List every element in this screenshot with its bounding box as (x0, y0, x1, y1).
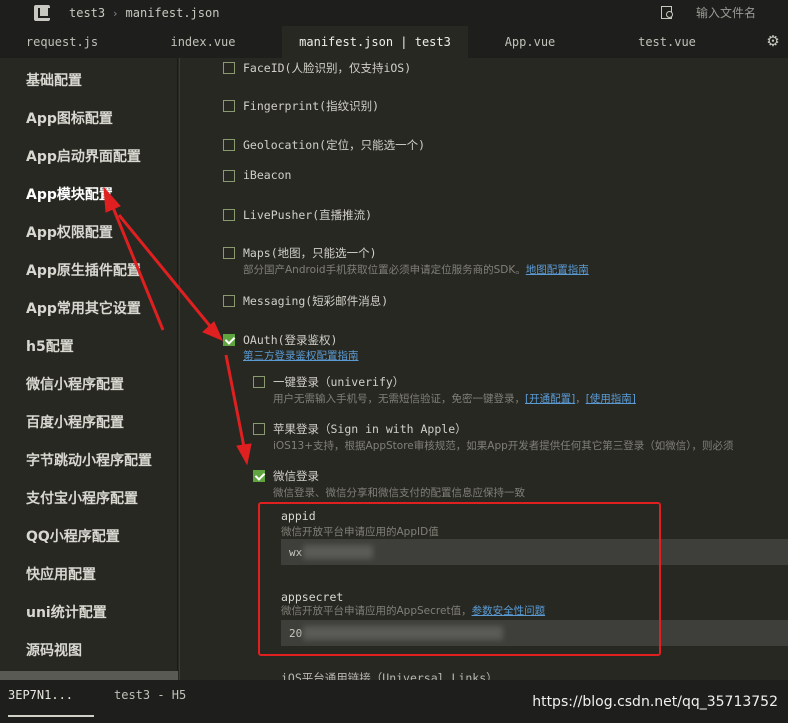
arrow-head-oauth (202, 321, 223, 341)
bottom-tab-h5[interactable]: test3 - H5 (114, 680, 186, 723)
arrow-head-module-item (103, 186, 121, 213)
status-bar: 3EP7N1... test3 - H5 https://blog.csdn.n… (0, 680, 788, 723)
annotation-arrows (103, 186, 252, 466)
bottom-tab-console[interactable]: 3EP7N1... (8, 680, 95, 723)
arrow-to-weixin (224, 354, 246, 448)
arrow-head-weixin (236, 443, 252, 466)
arrow-to-module-item (110, 204, 165, 331)
watermark: https://blog.csdn.net/qq_35713752 (532, 694, 778, 710)
arrow-to-oauth (117, 214, 212, 327)
